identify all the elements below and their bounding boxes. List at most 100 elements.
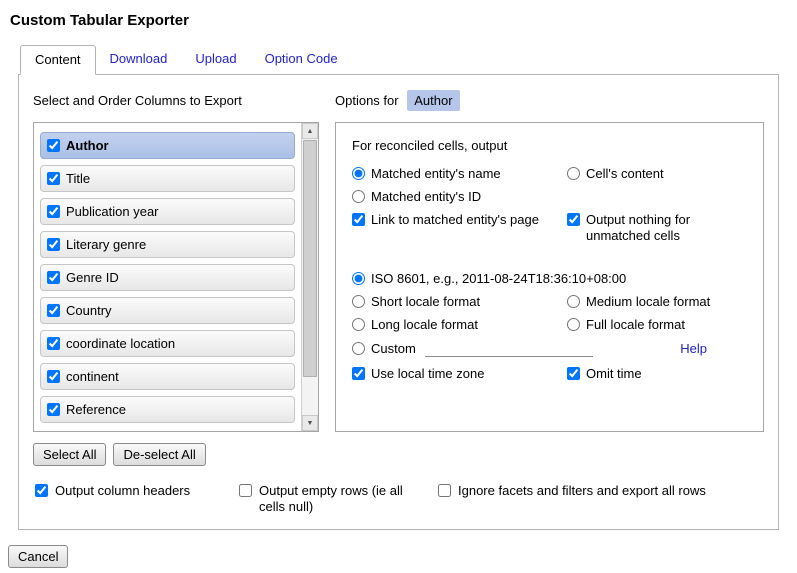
long-locale-option[interactable]: Long locale format	[352, 317, 567, 333]
column-item-label: Reference	[66, 402, 126, 417]
medium-locale-option[interactable]: Medium locale format	[567, 294, 747, 310]
cell-content-option[interactable]: Cell's content	[567, 166, 747, 182]
options-heading: Options for Author	[335, 91, 764, 111]
select-all-button[interactable]: Select All	[33, 443, 106, 466]
radio-label: Long locale format	[371, 317, 478, 333]
matched-entity-id-radio[interactable]	[352, 190, 365, 203]
matched-entity-name-option[interactable]: Matched entity's name	[352, 166, 567, 182]
custom-format-option[interactable]: Custom	[352, 341, 416, 357]
column-item-author[interactable]: Author	[40, 132, 295, 159]
cancel-button[interactable]: Cancel	[8, 545, 68, 568]
scrollbar-thumb[interactable]	[303, 140, 317, 377]
radio-label: Custom	[371, 341, 416, 357]
radio-label: Medium locale format	[586, 294, 710, 310]
reconciled-cells-heading: For reconciled cells, output	[352, 138, 747, 153]
output-nothing-unmatched-checkbox[interactable]	[567, 213, 580, 226]
full-locale-option[interactable]: Full locale format	[567, 317, 747, 333]
omit-time-option[interactable]: Omit time	[567, 366, 747, 382]
iso-8601-radio[interactable]	[352, 272, 365, 285]
column-checkbox-publication-year[interactable]	[47, 205, 60, 218]
cell-content-radio[interactable]	[567, 167, 580, 180]
column-list-scrollbar[interactable]: ▲ ▼	[301, 123, 318, 431]
radio-label: ISO 8601, e.g., 2011-08-24T18:36:10+08:0…	[371, 271, 626, 287]
column-item-label: Author	[66, 138, 109, 153]
short-locale-option[interactable]: Short locale format	[352, 294, 567, 310]
column-item-label: Literary genre	[66, 237, 146, 252]
link-to-matched-entity-checkbox[interactable]	[352, 213, 365, 226]
scroll-down-icon[interactable]: ▼	[302, 415, 318, 431]
deselect-all-button[interactable]: De-select All	[113, 443, 205, 466]
column-item-label: continent	[66, 369, 119, 384]
full-locale-radio[interactable]	[567, 318, 580, 331]
checkbox-label: Omit time	[586, 366, 642, 382]
scrollbar-track[interactable]	[302, 139, 318, 415]
dialog-title: Custom Tabular Exporter	[0, 0, 797, 45]
custom-tabular-exporter-dialog: Custom Tabular Exporter Content Download…	[0, 0, 797, 568]
column-item-label: Publication year	[66, 204, 159, 219]
tab-option-code[interactable]: Option Code	[251, 45, 352, 75]
matched-entity-id-option[interactable]: Matched entity's ID	[352, 189, 567, 205]
output-empty-rows-option[interactable]: Output empty rows (ie all cells null)	[239, 483, 438, 515]
use-local-time-zone-checkbox[interactable]	[352, 367, 365, 380]
radio-label: Matched entity's ID	[371, 189, 481, 205]
dialog-body: Content Download Upload Option Code Sele…	[0, 45, 797, 530]
options-panel: For reconciled cells, output Matched ent…	[335, 122, 764, 432]
column-item-publication-year[interactable]: Publication year	[40, 198, 295, 225]
column-checkbox-title[interactable]	[47, 172, 60, 185]
ignore-facets-checkbox[interactable]	[438, 484, 451, 497]
tab-content[interactable]: Content	[20, 45, 96, 75]
column-item-literary-genre[interactable]: Literary genre	[40, 231, 295, 258]
tab-bar: Content Download Upload Option Code	[18, 45, 779, 75]
ignore-facets-option[interactable]: Ignore facets and filters and export all…	[438, 483, 706, 515]
output-column-headers-checkbox[interactable]	[35, 484, 48, 497]
help-link[interactable]: Help	[680, 341, 707, 356]
column-checkbox-country[interactable]	[47, 304, 60, 317]
selected-column-badge: Author	[407, 90, 459, 111]
short-locale-radio[interactable]	[352, 295, 365, 308]
column-item-reference[interactable]: Reference	[40, 396, 295, 423]
scroll-up-icon[interactable]: ▲	[302, 123, 318, 139]
column-item-country[interactable]: Country	[40, 297, 295, 324]
column-checkbox-literary-genre[interactable]	[47, 238, 60, 251]
output-column-headers-option[interactable]: Output column headers	[35, 483, 239, 515]
use-local-time-zone-option[interactable]: Use local time zone	[352, 366, 567, 382]
checkbox-label: Output empty rows (ie all cells null)	[259, 483, 417, 515]
column-item-title[interactable]: Title	[40, 165, 295, 192]
columns-heading: Select and Order Columns to Export	[33, 91, 319, 111]
column-checkbox-coordinate-location[interactable]	[47, 337, 60, 350]
column-item-label: coordinate location	[66, 336, 175, 351]
options-section: Options for Author For reconciled cells,…	[335, 89, 764, 466]
columns-section: Select and Order Columns to Export Autho…	[33, 89, 319, 466]
dialog-footer: Cancel	[0, 545, 797, 568]
tab-download[interactable]: Download	[96, 45, 182, 75]
column-list: Author Title Publication year	[33, 122, 319, 432]
medium-locale-radio[interactable]	[567, 295, 580, 308]
output-empty-rows-checkbox[interactable]	[239, 484, 252, 497]
column-checkbox-author[interactable]	[47, 139, 60, 152]
radio-label: Full locale format	[586, 317, 685, 333]
matched-entity-name-radio[interactable]	[352, 167, 365, 180]
column-item-label: Genre ID	[66, 270, 119, 285]
column-item-coordinate-location[interactable]: coordinate location	[40, 330, 295, 357]
custom-format-input[interactable]	[425, 340, 593, 357]
column-item-label: Country	[66, 303, 112, 318]
link-to-matched-entity-option[interactable]: Link to matched entity's page	[352, 212, 567, 228]
date-format-section: ISO 8601, e.g., 2011-08-24T18:36:10+08:0…	[352, 271, 747, 382]
column-item-continent[interactable]: continent	[40, 363, 295, 390]
column-item-genre-id[interactable]: Genre ID	[40, 264, 295, 291]
iso-8601-option[interactable]: ISO 8601, e.g., 2011-08-24T18:36:10+08:0…	[352, 271, 747, 287]
column-checkbox-genre-id[interactable]	[47, 271, 60, 284]
checkbox-label: Use local time zone	[371, 366, 484, 382]
list-buttons: Select All De-select All	[33, 443, 319, 466]
custom-format-radio[interactable]	[352, 342, 365, 355]
column-checkbox-reference[interactable]	[47, 403, 60, 416]
radio-label: Matched entity's name	[371, 166, 501, 182]
checkbox-label: Output column headers	[55, 483, 190, 499]
long-locale-radio[interactable]	[352, 318, 365, 331]
tab-upload[interactable]: Upload	[181, 45, 250, 75]
column-checkbox-continent[interactable]	[47, 370, 60, 383]
omit-time-checkbox[interactable]	[567, 367, 580, 380]
content-tab-panel: Select and Order Columns to Export Autho…	[18, 74, 779, 530]
output-nothing-unmatched-option[interactable]: Output nothing for unmatched cells	[567, 212, 747, 244]
checkbox-label: Output nothing for unmatched cells	[586, 212, 747, 244]
